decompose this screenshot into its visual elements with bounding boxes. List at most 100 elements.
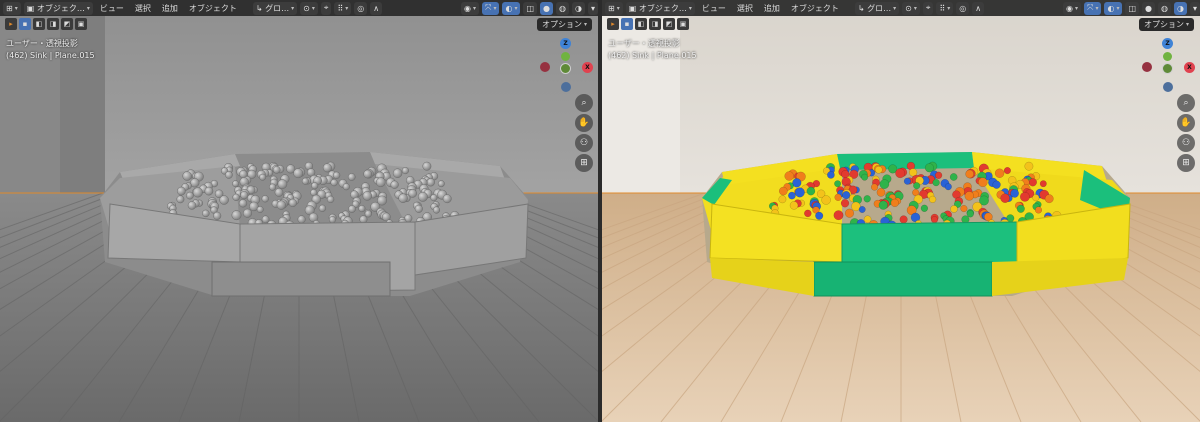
menu-add[interactable]: 追加: [158, 3, 182, 14]
proportional-edit-icon[interactable]: ◎: [354, 1, 368, 15]
options-label: オプション: [1143, 20, 1184, 29]
viewport-header: ⊞ ▾ ▣ オブジェク… ▾ ビュー 選択 追加 オブジェクト ↳ グロ… ▾ ⊙ ▾ …: [0, 0, 598, 16]
axis-x[interactable]: X: [1184, 62, 1195, 73]
viewport-header: ⊞ ▾ ▣ オブジェク… ▾ ビュー 選択 追加 オブジェクト ↳ グロ… ▾ ⊙ ▾ …: [602, 0, 1200, 16]
transform-orientation-icon: ↳: [255, 3, 263, 13]
pivot-icon[interactable]: ⊙ ▾: [902, 1, 920, 15]
menu-view[interactable]: ビュー: [698, 3, 730, 14]
ball-pit: [100, 152, 529, 297]
axis-x-negative[interactable]: [1142, 62, 1152, 72]
object-info: (462) Sink | Plane.015: [6, 51, 95, 60]
axis-x[interactable]: X: [582, 62, 593, 73]
xray-icon[interactable]: ◫: [523, 1, 538, 15]
snap-icon[interactable]: ⌖: [922, 1, 934, 15]
axis-x-negative[interactable]: [540, 62, 550, 72]
snap-target-icon[interactable]: ⠿ ▾: [334, 1, 352, 15]
navigation-gizmo[interactable]: Z X: [538, 38, 598, 98]
shading-solid-icon[interactable]: ●: [540, 1, 554, 15]
grid-icon[interactable]: ⊞: [1177, 154, 1195, 172]
options-label: オプション: [541, 20, 582, 29]
shading-options-icon[interactable]: ▾: [1189, 1, 1200, 15]
pivot-icon[interactable]: ⊙ ▾: [300, 1, 318, 15]
overlay-toggle-icon[interactable]: ◐ ▾: [1104, 1, 1123, 15]
navigation-gizmo[interactable]: Z X: [1140, 38, 1200, 98]
object-mode-icon: ▣: [26, 3, 35, 13]
select-invert-icon[interactable]: ◩: [61, 18, 73, 30]
overlay-toggle-icon[interactable]: ◐ ▾: [502, 1, 521, 15]
editor-type-icon[interactable]: ⊞ ▾: [3, 1, 21, 15]
mode-label: オブジェク…: [638, 3, 687, 13]
transform-orientation-dropdown[interactable]: ↳ グロ… ▾: [854, 1, 900, 15]
view-name: ユーザー・透視投影: [6, 39, 78, 48]
axis-y-negative[interactable]: [560, 63, 571, 74]
pan-icon[interactable]: ✋: [575, 114, 593, 132]
menu-object[interactable]: オブジェクト: [787, 3, 843, 14]
object-mode-dropdown[interactable]: ▣ オブジェク… ▾: [625, 1, 695, 15]
select-intersect-icon[interactable]: ▣: [677, 18, 689, 30]
camera-icon[interactable]: ⚇: [1177, 134, 1195, 152]
axis-y[interactable]: [1163, 52, 1172, 61]
select-subtract-icon[interactable]: ◨: [649, 18, 661, 30]
editor-type-icon[interactable]: ⊞ ▾: [605, 1, 623, 15]
select-new-icon[interactable]: ▪: [19, 18, 31, 30]
proportional-edit-icon[interactable]: ◎: [956, 1, 970, 15]
snap-icon[interactable]: ⌖: [320, 1, 332, 15]
camera-icon[interactable]: ⚇: [575, 134, 593, 152]
viewport-left[interactable]: ⊞ ▾ ▣ オブジェク… ▾ ビュー 選択 追加 オブジェクト ↳ グロ… ▾ ⊙ ▾ …: [0, 0, 598, 422]
snap-target-icon[interactable]: ⠿ ▾: [936, 1, 954, 15]
tool-play-icon[interactable]: ▸: [5, 18, 17, 30]
view-name: ユーザー・透視投影: [608, 39, 680, 48]
menu-object[interactable]: オブジェクト: [185, 3, 241, 14]
axis-z[interactable]: Z: [1162, 38, 1173, 49]
tool-play-icon[interactable]: ▸: [607, 18, 619, 30]
pan-icon[interactable]: ✋: [1177, 114, 1195, 132]
shading-solid-icon[interactable]: ●: [1142, 1, 1156, 15]
menu-select[interactable]: 選択: [131, 3, 155, 14]
tool-row: ▸ ▪ ◧ ◨ ◩ ▣: [5, 18, 87, 30]
axis-y-negative[interactable]: [1162, 63, 1173, 74]
select-extend-icon[interactable]: ◧: [635, 18, 647, 30]
object-mode-icon: ▣: [628, 3, 637, 13]
select-invert-icon[interactable]: ◩: [663, 18, 675, 30]
tool-row: ▸ ▪ ◧ ◨ ◩ ▣: [607, 18, 689, 30]
select-intersect-icon[interactable]: ▣: [75, 18, 87, 30]
zoom-icon[interactable]: ⌕: [1177, 94, 1195, 112]
select-extend-icon[interactable]: ◧: [33, 18, 45, 30]
select-subtract-icon[interactable]: ◨: [47, 18, 59, 30]
options-dropdown[interactable]: オプション ▾: [536, 18, 592, 31]
orientation-label: グロ…: [867, 3, 892, 13]
shading-rendered-icon[interactable]: ◑: [1174, 1, 1187, 15]
axis-y[interactable]: [561, 52, 570, 61]
shading-options-icon[interactable]: ▾: [587, 1, 598, 15]
select-new-icon[interactable]: ▪: [621, 18, 633, 30]
zoom-icon[interactable]: ⌕: [575, 94, 593, 112]
transform-orientation-icon: ↳: [857, 3, 865, 13]
menu-view[interactable]: ビュー: [96, 3, 128, 14]
axis-z-negative[interactable]: [561, 82, 571, 92]
visibility-icon[interactable]: ◉ ▾: [461, 1, 480, 15]
menu-select[interactable]: 選択: [733, 3, 757, 14]
xray-icon[interactable]: ◫: [1125, 1, 1140, 15]
visibility-icon[interactable]: ◉ ▾: [1063, 1, 1082, 15]
falloff-icon[interactable]: ∧: [972, 1, 985, 15]
mode-label: オブジェク…: [36, 3, 85, 13]
gizmo-toggle-icon[interactable]: ⤧ ▾: [482, 1, 500, 15]
axis-z-negative[interactable]: [1163, 82, 1173, 92]
options-dropdown[interactable]: オプション ▾: [1138, 18, 1194, 31]
orientation-label: グロ…: [265, 3, 290, 13]
object-info: (462) Sink | Plane.015: [608, 51, 697, 60]
transform-orientation-dropdown[interactable]: ↳ グロ… ▾: [252, 1, 298, 15]
shading-rendered-icon[interactable]: ◑: [572, 1, 585, 15]
shading-material-icon[interactable]: ◍: [1158, 1, 1171, 15]
shading-material-icon[interactable]: ◍: [556, 1, 569, 15]
ball-pit: [702, 152, 1131, 297]
grid-icon[interactable]: ⊞: [575, 154, 593, 172]
viewport-right[interactable]: ⊞ ▾ ▣ オブジェク… ▾ ビュー 選択 追加 オブジェクト ↳ グロ… ▾ ⊙ ▾ …: [602, 0, 1200, 422]
object-mode-dropdown[interactable]: ▣ オブジェク… ▾: [23, 1, 93, 15]
menu-add[interactable]: 追加: [760, 3, 784, 14]
scene-rendered[interactable]: [602, 0, 1200, 422]
falloff-icon[interactable]: ∧: [370, 1, 383, 15]
axis-z[interactable]: Z: [560, 38, 571, 49]
scene-solid[interactable]: [0, 0, 598, 422]
gizmo-toggle-icon[interactable]: ⤧ ▾: [1084, 1, 1102, 15]
